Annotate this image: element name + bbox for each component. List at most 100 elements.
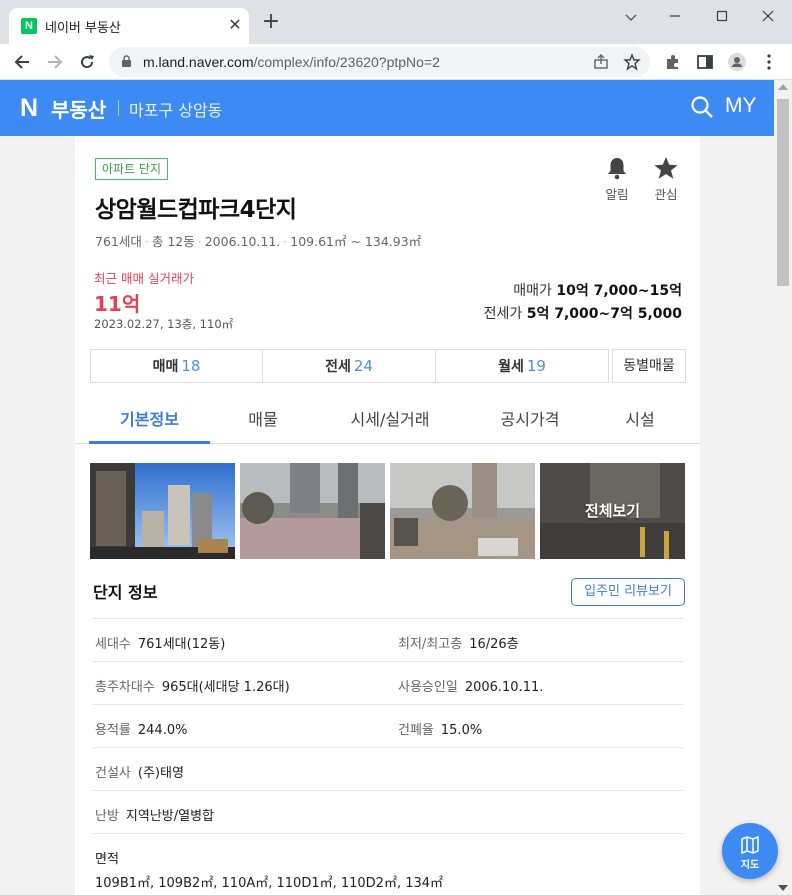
star-icon — [654, 157, 678, 179]
monthly-listings-label: 월세 — [498, 359, 524, 375]
area-label: 면적 — [95, 852, 119, 867]
builder-value: (주)태영 — [137, 766, 184, 781]
complex-title: 상암월드컵파크4단지 — [95, 197, 297, 223]
browser-toolbar: m.land.naver.com/complex/info/23620?ptpN… — [0, 44, 792, 80]
monthly-listings-button[interactable]: 월세 19 — [435, 349, 609, 383]
households-label: 세대수 — [95, 637, 131, 652]
sale-price-range: 매매가 10억 7,000~15억 — [513, 280, 682, 300]
parking-value: 965대(세대당 1.26대) — [161, 680, 290, 695]
extensions-icon[interactable] — [663, 52, 683, 72]
sale-listings-button[interactable]: 매매 18 — [90, 349, 263, 383]
tab-title: 네이버 부동산 — [45, 21, 121, 36]
jeonse-listings-button[interactable]: 전세 24 — [262, 349, 436, 383]
approval-summary: 2006.10.11. — [204, 234, 281, 249]
url-host: m.land.naver.com — [143, 54, 254, 70]
complex-photo-1[interactable] — [90, 463, 235, 559]
bcr-value: 15.0% — [440, 723, 483, 738]
reload-icon[interactable] — [75, 50, 99, 74]
recent-price-detail: 2023.02.27, 13층, 110㎡ — [94, 317, 234, 331]
browser-tab-bar: N 네이버 부동산 ✕ + — [0, 0, 792, 44]
my-button[interactable]: MY — [725, 94, 757, 118]
view-all-photos[interactable]: 전체보기 — [540, 463, 685, 559]
floors-value: 16/26층 — [469, 637, 519, 652]
jeonse-listings-count: 24 — [353, 357, 373, 375]
search-icon[interactable] — [690, 95, 714, 119]
page-scrollbar[interactable] — [774, 80, 792, 895]
info-row-households: 세대수 761세대(12동) 최저/최고층 16/26층 — [93, 618, 683, 661]
households-summary: 761세대 — [95, 234, 142, 249]
jeonse-price-label: 전세가 — [483, 306, 523, 322]
map-button-label: 지도 — [740, 860, 760, 871]
side-panel-icon[interactable] — [695, 52, 715, 72]
sale-listings-count: 18 — [181, 357, 201, 375]
info-row-parking: 총주차대수 965대(세대당 1.26대) 사용승인일 2006.10.11. — [93, 661, 683, 704]
forward-icon[interactable] — [43, 50, 67, 74]
map-button[interactable]: 지도 — [722, 823, 778, 879]
listing-count-bar: 매매 18 전세 24 월세 19 동별매물 — [90, 349, 686, 383]
tab-listings[interactable]: 매물 — [223, 406, 303, 430]
floors-info: 최저/최고층 16/26층 — [398, 633, 519, 652]
parking-info: 총주차대수 965대(세대당 1.26대) — [95, 676, 290, 695]
bcr-label: 건폐율 — [398, 723, 434, 738]
resident-review-button[interactable]: 입주민 리뷰보기 — [571, 578, 685, 606]
maximize-icon[interactable] — [707, 8, 737, 28]
scroll-up-icon[interactable] — [778, 84, 788, 90]
approval-value: 2006.10.11. — [464, 680, 544, 695]
share-icon[interactable] — [592, 53, 610, 71]
sale-price-label: 매매가 — [513, 283, 552, 299]
tab-facilities[interactable]: 시설 — [605, 406, 675, 430]
complex-detail-card: 아파트 단지 상암월드컵파크4단지 761세대 · 총 12동 · 2006.10.11… — [75, 136, 700, 895]
new-tab-button[interactable]: + — [260, 11, 282, 34]
builder-label: 건설사 — [95, 766, 131, 781]
info-row-builder: 건설사 (주)태영 — [93, 747, 683, 790]
parking-label: 총주차대수 — [95, 680, 155, 695]
alert-button[interactable]: 알림 — [597, 156, 637, 203]
area-value: 109B1㎡, 109B2㎡, 110A㎡, 110D1㎡, 110D2㎡, 1… — [95, 876, 444, 891]
complex-summary: 761세대 · 총 12동 · 2006.10.11. · 109.61㎡ ~ 134.93… — [95, 234, 422, 249]
browser-tab[interactable]: N 네이버 부동산 ✕ — [9, 8, 249, 44]
url-text: m.land.naver.com/complex/info/23620?ptpN… — [143, 54, 440, 70]
floors-label: 최저/최고층 — [398, 637, 463, 652]
scrollbar-thumb[interactable] — [777, 99, 789, 286]
buildings-summary: 총 12동 — [151, 234, 195, 249]
menu-kebab-icon[interactable] — [759, 52, 779, 72]
location-label[interactable]: 마포구 상암동 — [129, 97, 222, 121]
sale-listings-label: 매매 — [152, 359, 179, 375]
info-row-ratio: 용적률 244.0% 건폐율 15.0% — [93, 704, 683, 747]
scroll-down-icon[interactable] — [778, 885, 788, 891]
favorite-label: 관심 — [654, 187, 678, 202]
window-close-icon[interactable] — [753, 8, 783, 28]
approval-info: 사용승인일 2006.10.11. — [398, 676, 543, 695]
tab-basic-info[interactable]: 기본정보 — [89, 406, 210, 430]
complex-photo-2[interactable] — [240, 463, 385, 559]
active-tab-indicator — [89, 441, 210, 444]
complex-photo-4-view-all[interactable]: 전체보기 — [540, 463, 685, 559]
tab-close-icon[interactable]: ✕ — [225, 15, 245, 35]
bookmark-star-icon[interactable] — [623, 53, 641, 71]
sale-price-value: 10억 7,000~15억 — [556, 283, 682, 299]
back-icon[interactable] — [10, 50, 34, 74]
complex-photo-3[interactable] — [390, 463, 535, 559]
tab-official-price[interactable]: 공시가격 — [475, 406, 585, 430]
households-value: 761세대(12동) — [137, 637, 226, 652]
map-icon — [741, 836, 759, 854]
jeonse-price-range: 전세가 5억 7,000~7억 5,000 — [484, 303, 682, 323]
brand-name[interactable]: 부동산 — [51, 94, 106, 123]
tab-price-trades[interactable]: 시세/실거래 — [325, 406, 455, 430]
bell-icon — [608, 158, 626, 180]
jeonse-price-value: 5억 7,000~7억 5,000 — [526, 306, 682, 322]
tab-search-icon[interactable] — [616, 8, 646, 28]
naver-logo[interactable]: N — [20, 94, 38, 123]
by-building-listings-button[interactable]: 동별매물 — [612, 349, 686, 383]
recent-price-label: 최근 매매 실거래가 — [94, 271, 194, 286]
favorite-button[interactable]: 관심 — [646, 156, 686, 203]
property-type-badge: 아파트 단지 — [95, 158, 169, 180]
info-row-heating: 난방 지역난방/열병합 — [93, 790, 683, 833]
naver-favicon-icon: N — [21, 18, 37, 34]
address-bar[interactable]: m.land.naver.com/complex/info/23620?ptpN… — [109, 47, 650, 77]
profile-avatar-icon[interactable] — [727, 52, 747, 72]
builder-info: 건설사 (주)태영 — [95, 762, 184, 781]
minimize-icon[interactable] — [660, 8, 690, 28]
approval-label: 사용승인일 — [398, 680, 458, 695]
bcr-info: 건폐율 15.0% — [398, 719, 482, 738]
